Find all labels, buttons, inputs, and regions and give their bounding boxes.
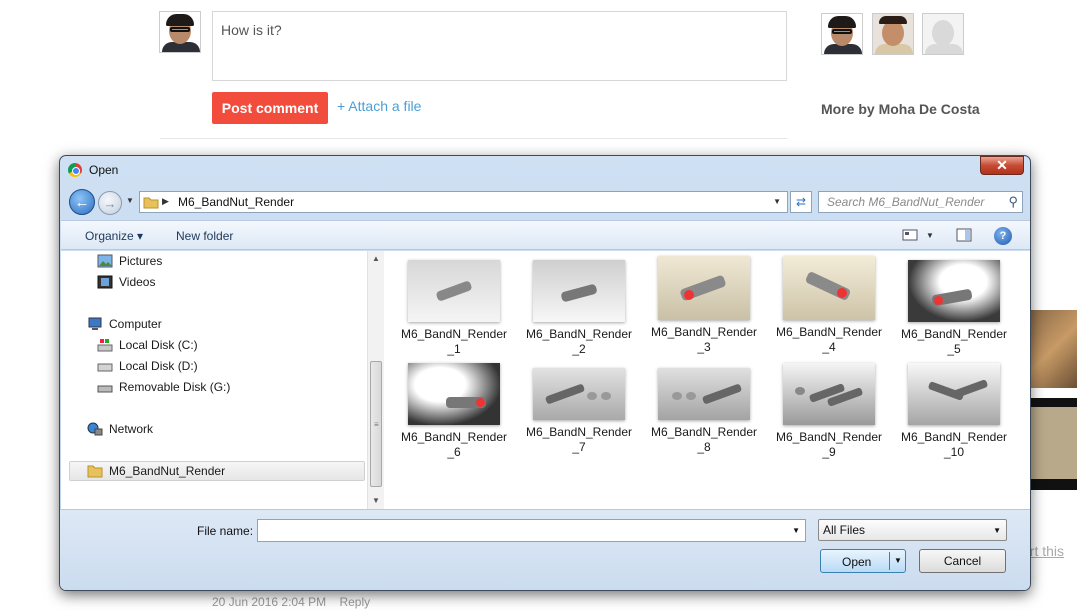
more-by-heading: More by Moha De Costa: [821, 101, 980, 117]
file-thumbnail: [533, 260, 625, 322]
new-folder-button[interactable]: New folder: [176, 229, 233, 243]
address-dropdown-icon[interactable]: ▼: [773, 197, 781, 206]
nav-item-network[interactable]: Network: [87, 420, 153, 438]
search-input[interactable]: [819, 192, 1003, 212]
file-thumbnail: [658, 256, 750, 320]
command-toolbar: Organize ▾ New folder ▼ ?: [61, 220, 1030, 250]
close-button[interactable]: ✕: [980, 156, 1024, 175]
attach-file-link[interactable]: + Attach a file: [337, 98, 421, 114]
file-item[interactable]: M6_BandN_Render_10: [900, 363, 1008, 460]
dialog-content: Pictures Videos Computer Local Disk (C:)…: [61, 251, 1030, 509]
file-item[interactable]: M6_BandN_Render_8: [650, 368, 758, 455]
file-item[interactable]: M6_BandN_Render_9: [775, 363, 883, 460]
nav-item-m6-bandnut-render[interactable]: M6_BandNut_Render: [69, 461, 365, 481]
navigation-bar: ← → ▼ ▶ M6_BandNut_Render ▼ ⇄ ⚲: [60, 186, 1030, 216]
file-thumbnail: [783, 256, 875, 320]
organize-menu[interactable]: Organize ▾: [85, 229, 143, 243]
nav-item-pictures[interactable]: Pictures: [97, 252, 162, 270]
file-item[interactable]: M6_BandN_Render_3: [650, 256, 758, 355]
drive-icon: [97, 359, 113, 373]
commenter-avatar: [159, 11, 201, 53]
nav-item-videos[interactable]: Videos: [97, 273, 155, 291]
file-name-label: File name:: [197, 524, 254, 538]
file-thumbnail: [408, 260, 500, 322]
dialog-title: Open: [89, 163, 119, 177]
file-item[interactable]: M6_BandN_Render_6: [400, 363, 508, 460]
change-view-icon[interactable]: [901, 227, 919, 243]
arrow-left-icon: ←: [74, 193, 90, 211]
file-name-combobox[interactable]: ▼: [257, 519, 806, 542]
scrollbar-thumb[interactable]: ≡: [370, 361, 382, 487]
file-name-input[interactable]: [258, 520, 783, 541]
divider: [160, 138, 787, 139]
file-item[interactable]: M6_BandN_Render_7: [525, 368, 633, 455]
related-thumbnail[interactable]: [1030, 310, 1077, 388]
breadcrumb-separator-icon[interactable]: ▶: [162, 196, 169, 207]
file-item[interactable]: M6_BandN_Render_5: [900, 260, 1008, 357]
help-icon[interactable]: ?: [994, 227, 1012, 245]
refresh-button[interactable]: ⇄: [790, 191, 812, 213]
search-box[interactable]: ⚲: [818, 191, 1023, 213]
address-bar[interactable]: ▶ M6_BandNut_Render ▼: [139, 191, 788, 213]
comment-input[interactable]: How is it?: [212, 11, 787, 81]
nav-item-computer[interactable]: Computer: [87, 315, 162, 333]
navigation-pane: Pictures Videos Computer Local Disk (C:)…: [61, 251, 367, 509]
back-button[interactable]: ←: [69, 189, 95, 215]
local-disk-icon: [97, 338, 113, 352]
preview-pane-icon[interactable]: [955, 227, 973, 243]
post-comment-button[interactable]: Post comment: [212, 92, 328, 124]
follower-avatar[interactable]: [872, 13, 914, 55]
file-list: M6_BandN_Render_1 M6_BandN_Render_2 M6_B…: [385, 251, 1030, 509]
file-thumbnail: [783, 363, 875, 425]
file-item[interactable]: M6_BandN_Render_4: [775, 256, 883, 355]
page: How is it? Post comment + Attach a file …: [0, 0, 1077, 611]
navigation-scrollbar[interactable]: ▲ ≡ ▼: [367, 251, 384, 509]
open-file-dialog: Open ✕ ← → ▼ ▶ M6_BandNut_Render ▼ ⇄ ⚲ O…: [59, 155, 1031, 591]
file-type-dropdown-icon[interactable]: ▼: [993, 526, 1001, 535]
search-icon[interactable]: ⚲: [1008, 194, 1018, 210]
dialog-footer: File name: ▼ All Files ▼ Open ▼ Cancel: [60, 509, 1030, 590]
forward-button[interactable]: →: [98, 191, 122, 215]
view-options-dropdown-icon[interactable]: ▼: [921, 227, 939, 243]
scroll-up-icon[interactable]: ▲: [372, 254, 380, 263]
folder-icon: [87, 464, 103, 478]
open-button[interactable]: Open ▼: [820, 549, 906, 573]
network-icon: [87, 422, 103, 436]
nav-item-local-disk-c[interactable]: Local Disk (C:): [97, 336, 198, 354]
file-thumbnail: [908, 363, 1000, 425]
follower-avatar[interactable]: [821, 13, 863, 55]
open-options-dropdown-icon[interactable]: ▼: [894, 556, 902, 565]
dialog-titlebar[interactable]: Open ✕: [60, 156, 1030, 184]
refresh-icon: ⇄: [795, 195, 807, 209]
nav-item-local-disk-d[interactable]: Local Disk (D:): [97, 357, 198, 375]
nav-item-removable-disk-g[interactable]: Removable Disk (G:): [97, 378, 230, 396]
arrow-right-icon: →: [103, 195, 117, 211]
reply-link[interactable]: Reply: [339, 595, 370, 609]
related-thumbnail[interactable]: [1030, 398, 1077, 490]
comment-timestamp: 20 Jun 2016 2:04 PM Reply: [212, 595, 371, 609]
recent-locations-dropdown[interactable]: ▼: [126, 196, 134, 205]
videos-icon: [97, 275, 113, 289]
pictures-icon: [97, 254, 113, 268]
folder-icon: [143, 197, 159, 209]
file-item[interactable]: M6_BandN_Render_1: [400, 260, 508, 357]
removable-disk-icon: [97, 380, 113, 394]
file-thumbnail: [408, 363, 500, 425]
follower-avatar-placeholder[interactable]: [922, 13, 964, 55]
cancel-button[interactable]: Cancel: [919, 549, 1006, 573]
computer-icon: [87, 317, 103, 331]
scroll-down-icon[interactable]: ▼: [372, 496, 380, 505]
chrome-icon: [68, 163, 82, 177]
file-item[interactable]: M6_BandN_Render_2: [525, 260, 633, 357]
file-name-dropdown-icon[interactable]: ▼: [792, 526, 800, 535]
file-thumbnail: [658, 368, 750, 420]
file-thumbnail: [908, 260, 1000, 322]
file-thumbnail: [533, 368, 625, 420]
address-path[interactable]: M6_BandNut_Render: [178, 195, 294, 209]
file-type-select[interactable]: All Files ▼: [818, 519, 1007, 541]
